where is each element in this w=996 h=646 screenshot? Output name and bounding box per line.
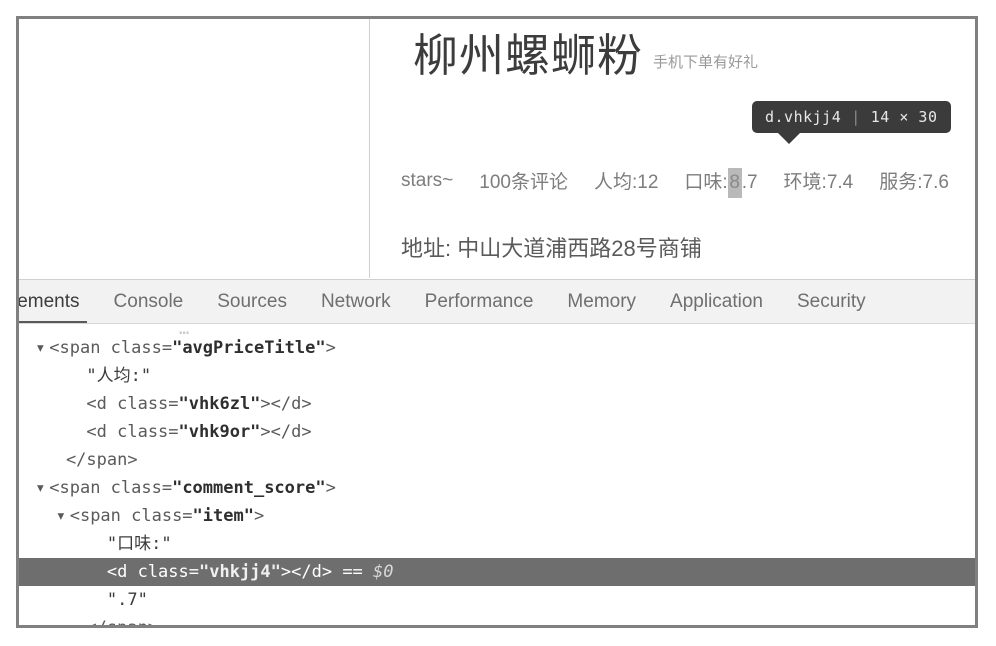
dom-text-node[interactable]: "人均:" [19,362,975,390]
expand-twisty-icon[interactable]: ▾ [35,474,49,502]
review-count[interactable]: 100条评论 [479,167,568,194]
expand-twisty-icon[interactable]: ▾ [35,334,49,362]
shop-info-pane: 柳州螺蛳粉 手机下单有好礼 stars~ 100条评论 人均:12 口味:8.7… [371,19,975,278]
tab-lements[interactable]: lements [19,280,97,323]
shop-title: 柳州螺蛳粉 [413,30,644,81]
tab-sources[interactable]: Sources [200,280,304,323]
devtools-tab-bar: lements Console Sources Network Performance M… [19,279,975,323]
tooltip-separator: | [851,108,861,126]
service-score: 服务:7.6 [879,172,949,193]
tooltip-selector: d.vhkjj4 [765,108,842,126]
dom-element-node[interactable]: <d class="vhk6zl"></d> [19,390,975,418]
shop-address: 地址: 中山大道浦西路28号商铺 [401,236,702,261]
dom-close-tag[interactable]: </span> [19,614,975,625]
shop-title-row: 柳州螺蛳粉 手机下单有好礼 [413,33,758,78]
page-preview-pane: 柳州螺蛳粉 手机下单有好礼 stars~ 100条评论 人均:12 口味:8.7… [19,19,975,278]
dom-element-node[interactable]: ▾ <span class="avgPriceTitle"> [19,334,975,362]
elements-dom-tree-panel[interactable]: … ▾ <span class="avgPriceTitle"> "人均:" <d… [19,323,975,625]
dom-element-node[interactable]: ▾ <span class="item"> [19,502,975,530]
taste-label: 口味: [684,172,728,193]
dom-line-selected[interactable]: <d class="vhkjj4"></d> == $0 [19,558,975,586]
tab-console[interactable]: Console [97,280,201,323]
shop-rating-row: stars~ 100条评论 人均:12 口味:8.7 环境:7.4 服务:7.6 [401,167,949,198]
taste-score: 口味:8.7 [684,167,758,198]
dom-close-tag[interactable]: </span> [19,446,975,474]
browser-window-frame: 柳州螺蛳粉 手机下单有好礼 stars~ 100条评论 人均:12 口味:8.7… [16,16,978,628]
element-inspector-tooltip: d.vhkjj4 | 14 × 30 [752,101,951,144]
environment-score: 环境:7.4 [783,172,854,193]
screenshot-root: 柳州螺蛳粉 手机下单有好礼 stars~ 100条评论 人均:12 口味:8.7… [0,0,996,646]
dom-text-node[interactable]: "口味:" [19,530,975,558]
tab-performance[interactable]: Performance [408,280,551,323]
inspected-element-highlight[interactable]: 8 [727,167,742,198]
shop-subtitle: 手机下单有好礼 [653,54,759,71]
tab-network[interactable]: Network [304,280,408,323]
dom-line-clipped: … [179,324,190,334]
taste-score-rest: .7 [741,172,758,193]
tab-security[interactable]: Security [780,280,883,323]
stars-label: stars~ [401,169,454,191]
expand-twisty-icon[interactable]: ▾ [56,502,70,530]
tab-application[interactable]: Application [653,280,780,323]
dom-text-node[interactable]: ".7" [19,586,975,614]
shop-photo-placeholder [19,19,370,278]
dom-element-node[interactable]: <d class="vhk9or"></d> [19,418,975,446]
average-price: 人均:12 [593,172,659,193]
dom-element-node[interactable]: ▾ <span class="comment_score"> [19,474,975,502]
tooltip-dimensions: 14 × 30 [870,108,938,126]
tab-memory[interactable]: Memory [550,280,653,323]
